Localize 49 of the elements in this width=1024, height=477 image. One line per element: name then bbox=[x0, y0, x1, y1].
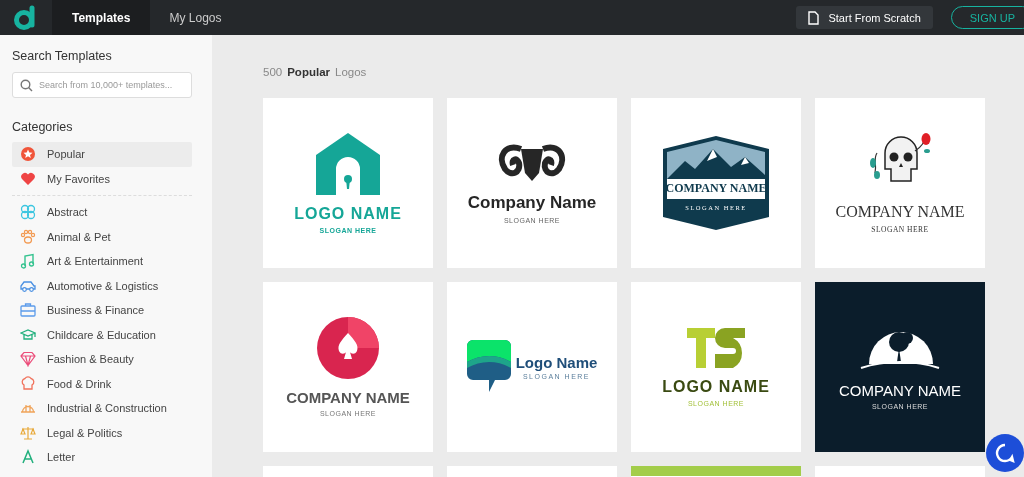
graduation-cap-icon bbox=[20, 326, 36, 343]
category-item[interactable]: Fashion & Beauty bbox=[12, 347, 192, 372]
spade-circle-icon bbox=[317, 317, 379, 379]
diamond-icon bbox=[20, 351, 36, 368]
category-item[interactable]: Animal & Pet bbox=[12, 224, 192, 249]
ram-head-icon bbox=[497, 142, 567, 183]
logo-name: COMPANY NAME bbox=[839, 382, 961, 399]
chef-hat-icon bbox=[20, 375, 36, 392]
chat-bubble-icon bbox=[466, 340, 511, 394]
heading-text: Logos bbox=[335, 66, 367, 78]
section-title: Search Templates bbox=[12, 49, 113, 63]
category-name: Popular bbox=[287, 66, 330, 78]
chat-icon bbox=[994, 442, 1016, 464]
category-item[interactable]: Food & Drink bbox=[12, 371, 192, 396]
category-item[interactable]: My Favorites bbox=[12, 166, 192, 191]
nav-tab[interactable]: My Logos bbox=[150, 0, 241, 35]
logo-name: COMPANY NAME bbox=[286, 389, 410, 406]
logo-name: LOGO NAME bbox=[294, 204, 402, 223]
music-note-icon bbox=[20, 253, 36, 270]
start-from-scratch-button[interactable]: Start From Scratch bbox=[796, 6, 933, 29]
category-item[interactable]: Childcare & Education bbox=[12, 322, 192, 347]
paw-icon bbox=[20, 228, 36, 245]
heart-icon bbox=[20, 170, 36, 187]
category-item[interactable]: Business & Finance bbox=[12, 298, 192, 323]
house-lock-icon bbox=[316, 132, 380, 195]
category-item[interactable]: Abstract bbox=[12, 200, 192, 225]
category-item[interactable]: Letter bbox=[12, 445, 192, 470]
scales-icon bbox=[20, 424, 36, 441]
briefcase-icon bbox=[20, 302, 36, 319]
logo-name: Logo Name bbox=[515, 354, 598, 371]
section-title: Categories bbox=[12, 120, 74, 134]
category-item[interactable]: Art & Entertainment bbox=[12, 249, 192, 274]
logo-name: Company Name bbox=[467, 192, 597, 213]
rings-icon bbox=[20, 204, 36, 221]
letter-icon bbox=[20, 449, 36, 466]
nav-tab[interactable]: Templates bbox=[52, 0, 151, 35]
category-item[interactable]: Automotive & Logistics bbox=[12, 273, 192, 298]
sign-up-button[interactable]: SIGN UP bbox=[950, 6, 1024, 29]
logo-name: COMPANY NAME bbox=[665, 181, 767, 196]
category-item[interactable]: Popular bbox=[12, 142, 192, 167]
brand-logo-icon[interactable] bbox=[14, 4, 38, 31]
category-item[interactable]: Industrial & Construction bbox=[12, 396, 192, 421]
logo-name: LOGO NAME bbox=[662, 377, 770, 396]
result-count: 500 bbox=[263, 66, 283, 78]
search-field[interactable]: Search from 10,000+ templates... bbox=[12, 72, 192, 98]
document-icon bbox=[808, 10, 820, 25]
letter-mark-icon bbox=[687, 327, 745, 368]
category-item[interactable]: Legal & Politics bbox=[12, 420, 192, 445]
logo-name: COMPANY NAME bbox=[835, 202, 965, 221]
